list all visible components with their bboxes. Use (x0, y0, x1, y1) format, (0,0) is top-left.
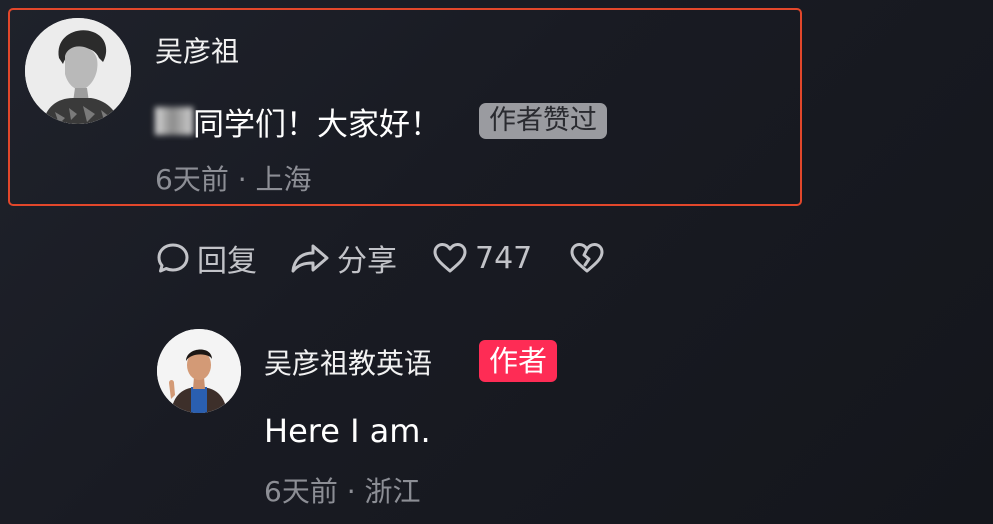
meta-separator: · (337, 475, 365, 508)
comment-actions: 回复 分享 747 (155, 236, 606, 280)
reply-avatar[interactable] (157, 329, 241, 413)
comment-time: 6天前 (155, 163, 229, 196)
speech-bubble-icon (157, 243, 189, 273)
meta-separator: · (228, 163, 256, 196)
reply-location: 浙江 (364, 475, 421, 508)
share-label: 分享 (337, 244, 397, 279)
reply-time: 6天前 (264, 475, 338, 508)
comment-body: 同学们！大家好！ 作者赞过 (155, 100, 607, 143)
reply-label: 回复 (197, 244, 257, 279)
share-button[interactable]: 分享 (289, 236, 397, 280)
avatar-portrait-icon (25, 18, 131, 124)
author-badge: 作者 (479, 340, 558, 382)
comment-username[interactable]: 吴彦祖 (155, 30, 239, 70)
reply-meta: 6天前 · 浙江 (264, 470, 421, 510)
dislike-button[interactable] (568, 240, 606, 276)
avatar[interactable] (25, 18, 131, 124)
like-count: 747 (475, 240, 533, 276)
share-arrow-icon (291, 244, 329, 273)
reply-username[interactable]: 吴彦祖教英语 (264, 342, 432, 382)
broken-heart-icon (570, 243, 604, 273)
heart-outline-icon (433, 243, 467, 273)
comment-text: 同学们！大家好！ (193, 106, 441, 143)
author-liked-badge: 作者赞过 (479, 103, 607, 139)
like-button[interactable]: 747 (431, 240, 532, 276)
reply-text: Here I am. (264, 412, 431, 450)
blurred-text-redaction (155, 107, 193, 135)
comment-location: 上海 (255, 163, 312, 196)
avatar-portrait-icon (157, 329, 241, 413)
comment-meta: 6天前 · 上海 (155, 158, 312, 198)
reply-button[interactable]: 回复 (155, 236, 257, 280)
